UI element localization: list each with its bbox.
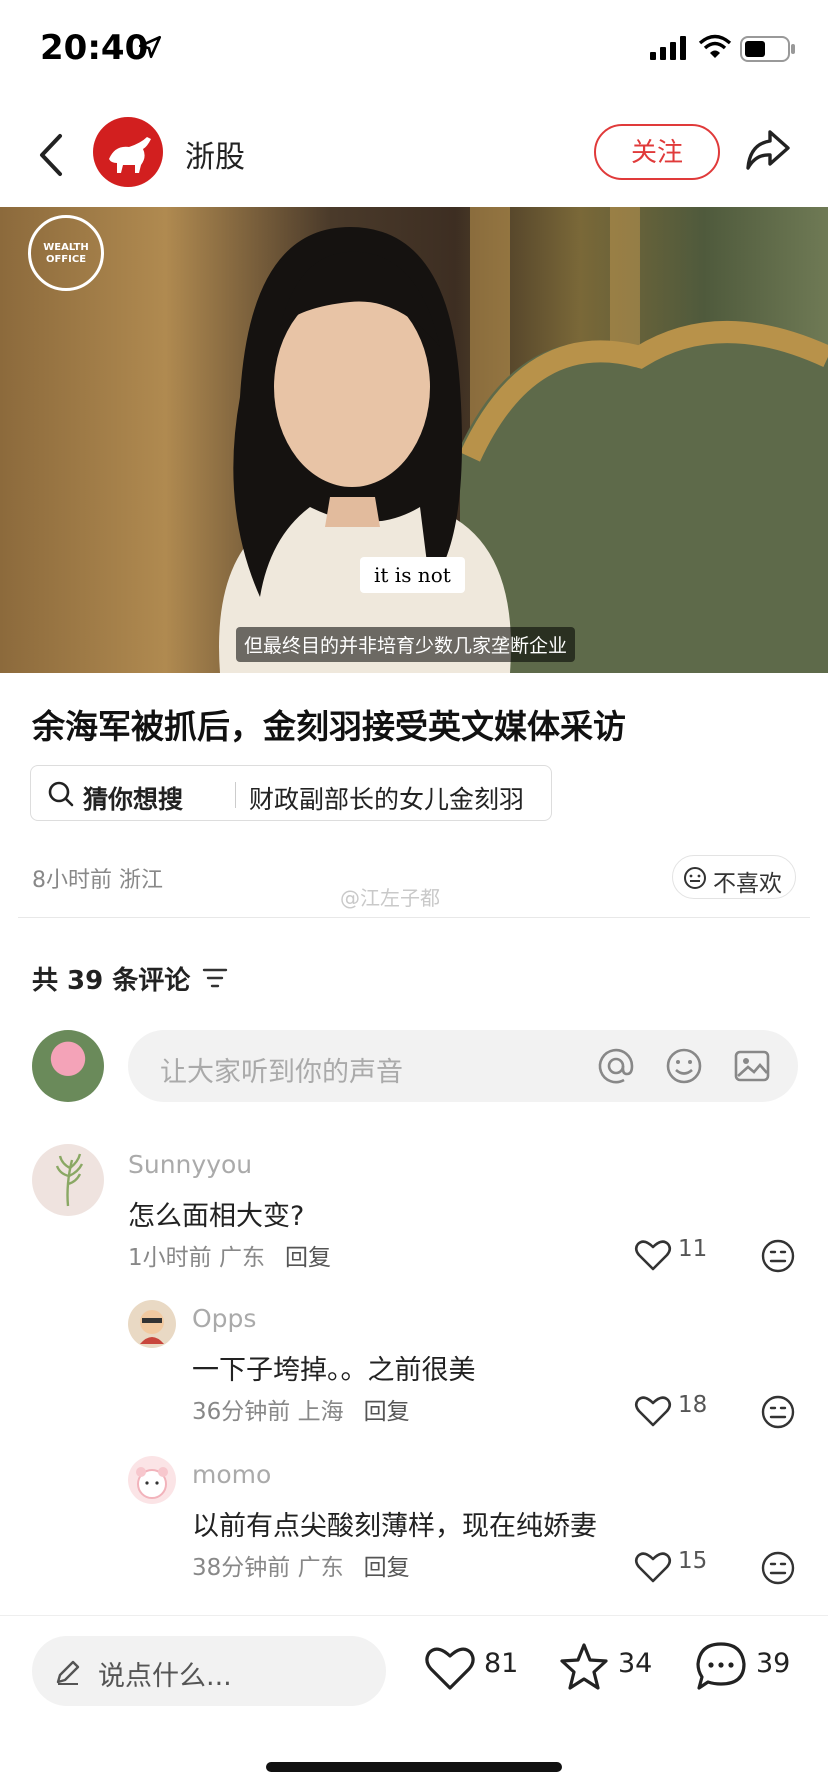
like-total: 81: [484, 1648, 519, 1679]
heart-icon[interactable]: [634, 1394, 672, 1428]
guess-query: 财政副部长的女儿金刻羽: [249, 785, 525, 814]
commenter-avatar[interactable]: [32, 1144, 104, 1216]
wheat-icon: [55, 1153, 84, 1207]
character-avatar-icon: [140, 1310, 164, 1344]
divider: [18, 917, 810, 918]
comment-count: 共 39 条评论: [32, 966, 191, 996]
article-meta: 8小时前 浙江: [32, 868, 163, 893]
favorite-total: 34: [618, 1648, 653, 1679]
dislike-button[interactable]: 不喜欢: [672, 855, 796, 899]
commenter-avatar[interactable]: [128, 1456, 176, 1504]
at-icon[interactable]: [596, 1046, 636, 1086]
commenter-avatar[interactable]: [128, 1300, 176, 1348]
comment-bubble-icon[interactable]: [694, 1640, 748, 1692]
neutral-face-icon[interactable]: [760, 1394, 796, 1430]
comment-time: 38分钟前 广东: [192, 1555, 344, 1581]
wifi-icon: [698, 34, 732, 58]
image-icon[interactable]: [732, 1046, 772, 1086]
battery-icon: [740, 36, 795, 62]
neutral-face-icon[interactable]: [760, 1550, 796, 1586]
guess-label: 猜你想搜: [83, 785, 184, 814]
emoji-icon[interactable]: [664, 1046, 704, 1086]
my-avatar[interactable]: [32, 1030, 104, 1102]
follow-button[interactable]: 关注: [594, 124, 720, 180]
comment-input[interactable]: 让大家听到你的声音: [128, 1030, 798, 1102]
reply-button[interactable]: 回复: [364, 1555, 410, 1581]
location-arrow-icon: [138, 35, 162, 59]
video-frame-scene: [219, 207, 828, 673]
channel-name[interactable]: 浙股: [185, 132, 245, 176]
weibo-watermark: @江左子都: [340, 886, 440, 910]
neutral-face-icon[interactable]: [760, 1238, 796, 1274]
video-player[interactable]: WEALTH OFFICE it is not 但最终目的并非培育少数几家垄断企…: [0, 207, 828, 673]
comment-input-placeholder: 让大家听到你的声音: [160, 1057, 403, 1088]
comment-item: Sunnyyou 怎么面相大变? 1小时前 广东 回复 11: [0, 1140, 828, 1280]
search-icon: [48, 781, 74, 807]
like-count: 18: [678, 1392, 708, 1418]
header: 浙股 关注: [0, 110, 828, 200]
comment-text: 一下子垮掉。。之前很美: [192, 1355, 476, 1386]
bull-logo-icon: [109, 137, 151, 173]
comment-text: 以前有点尖酸刻薄样，现在纯娇妻: [192, 1511, 597, 1542]
reply-button[interactable]: 回复: [364, 1399, 410, 1425]
comment-time: 1小时前 广东: [128, 1245, 265, 1271]
like-count: 15: [678, 1548, 708, 1574]
guess-divider: [235, 782, 236, 808]
signal-icon: [650, 36, 686, 60]
cute-bear-icon: [136, 1467, 168, 1499]
comment-meta: 1小时前 广东 回复: [128, 1238, 331, 1272]
commenter-name[interactable]: Opps: [192, 1304, 256, 1333]
reply-item: momo 以前有点尖酸刻薄样，现在纯娇妻 38分钟前 广东 回复 15: [0, 1452, 828, 1592]
status-time: 20:40: [40, 28, 149, 68]
status-bar: 20:40: [0, 0, 828, 100]
comment-meta: 38分钟前 广东 回复: [192, 1548, 410, 1582]
reply-item: Opps 一下子垮掉。。之前很美 36分钟前 上海 回复 18: [0, 1296, 828, 1436]
sort-icon[interactable]: [202, 966, 228, 990]
commenter-name[interactable]: momo: [192, 1460, 271, 1489]
heart-icon[interactable]: [634, 1550, 672, 1584]
guess-search-chip[interactable]: 猜你想搜 财政副部长的女儿金刻羽: [30, 765, 552, 821]
comment-text: 怎么面相大变?: [128, 1201, 305, 1232]
wealth-office-logo: WEALTH OFFICE: [28, 215, 104, 291]
page-title: 余海军被抓后，金刻羽接受英文媒体采访: [32, 707, 626, 746]
caption-english: it is not: [360, 557, 465, 593]
say-something-placeholder: 说点什么...: [98, 1661, 232, 1692]
heart-icon[interactable]: [424, 1644, 476, 1692]
like-count: 11: [678, 1236, 708, 1262]
dislike-label: 不喜欢: [713, 871, 782, 897]
reply-button[interactable]: 回复: [285, 1245, 331, 1271]
pencil-icon: [56, 1660, 80, 1685]
star-icon[interactable]: [558, 1642, 610, 1692]
say-something-input[interactable]: 说点什么...: [32, 1636, 386, 1706]
comment-time: 36分钟前 上海: [192, 1399, 344, 1425]
caption-chinese: 但最终目的并非培育少数几家垄断企业: [236, 627, 576, 662]
share-icon[interactable]: [744, 128, 792, 174]
home-indicator: [266, 1762, 562, 1772]
channel-avatar[interactable]: [93, 117, 163, 187]
heart-icon[interactable]: [634, 1238, 672, 1272]
neutral-face-icon: [684, 867, 706, 889]
comment-total: 39: [756, 1648, 791, 1679]
commenter-name[interactable]: Sunnyyou: [128, 1150, 252, 1179]
comment-meta: 36分钟前 上海 回复: [192, 1392, 410, 1426]
back-icon[interactable]: [32, 130, 72, 180]
